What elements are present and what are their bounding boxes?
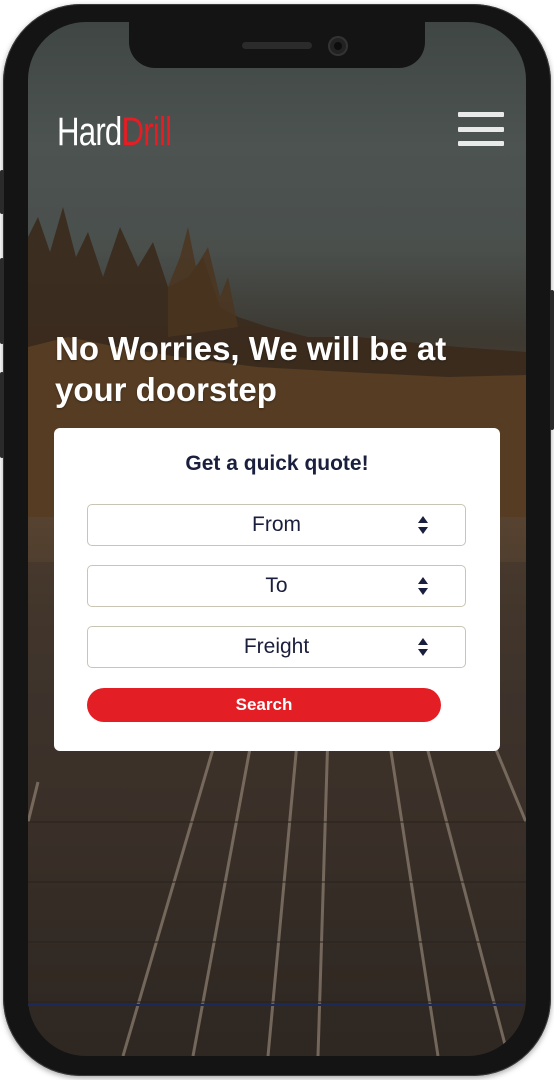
logo-text-drill: Drill	[121, 110, 173, 154]
menu-bar-middle	[458, 126, 504, 132]
from-select[interactable]: From	[87, 504, 466, 546]
to-select[interactable]: To	[87, 565, 466, 607]
front-camera-icon	[328, 36, 348, 56]
sort-arrows-icon	[418, 638, 428, 656]
search-button[interactable]: Search	[87, 688, 441, 722]
to-select-label: To	[265, 574, 288, 597]
home-indicator-line	[28, 1004, 524, 1006]
menu-bar-top	[458, 112, 504, 117]
sort-arrows-icon	[418, 577, 428, 595]
harddrill-logo[interactable]: HardDrill	[57, 108, 173, 156]
side-button-volume-up	[0, 258, 4, 344]
quick-quote-card: Get a quick quote! From To Freight Searc…	[54, 428, 500, 751]
from-select-label: From	[252, 513, 301, 536]
freight-select-label: Freight	[243, 635, 310, 658]
quote-form-title: Get a quick quote!	[185, 452, 369, 475]
freight-select[interactable]: Freight	[87, 626, 466, 668]
hero-headline: No Worries, We will be at your doorstep	[55, 330, 447, 408]
side-button-mute	[0, 170, 4, 214]
side-button-volume-down	[0, 372, 4, 458]
sort-arrows-icon	[418, 516, 428, 534]
menu-bar-bottom	[458, 141, 504, 146]
speaker-grille	[242, 42, 312, 49]
side-button-power	[550, 290, 554, 430]
hamburger-menu-icon[interactable]	[458, 112, 504, 146]
logo-text-hard: Hard	[57, 110, 122, 154]
